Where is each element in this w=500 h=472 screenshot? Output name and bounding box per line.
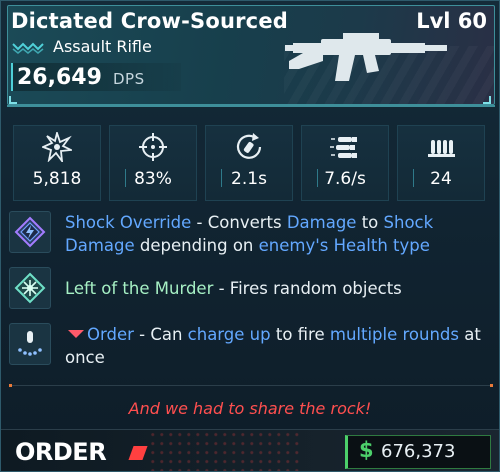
perk-icon-frame: [9, 211, 51, 253]
dps-label: DPS: [113, 70, 145, 88]
perk-text: - Can: [133, 325, 188, 344]
reload-icon: [236, 133, 262, 159]
weapon-type: Assault Rifle: [53, 37, 152, 56]
perk-icon-frame: [9, 267, 51, 309]
dps-value: 26,649: [17, 65, 102, 90]
perk-text: to fire: [270, 325, 330, 344]
fire-rate-bullets-icon: [330, 137, 357, 158]
accuracy-crosshair-icon: [139, 133, 167, 161]
rarity-chevrons-icon: [12, 42, 44, 54]
item-card: Dictated Crow-Sourced Lvl 60 Assault Rif…: [0, 0, 500, 472]
perk-keyword: enemy's Health type: [258, 236, 430, 255]
divider: [9, 385, 493, 386]
stats-row: 5,818 83% 2.1s 7.6/s 24: [13, 125, 489, 205]
perk-text: - Converts: [191, 213, 287, 232]
stat-divider: [317, 169, 318, 187]
manufacturer-logo: ORDER: [15, 438, 107, 466]
footer-pattern: [151, 431, 301, 471]
perk-description: Shock Override - Converts Damage to Shoc…: [65, 211, 493, 257]
assault-rifle-icon: [285, 33, 447, 81]
perk-description: Order - Can charge up to fire multiple r…: [65, 323, 493, 369]
stat-fire-rate: 7.6/s: [301, 125, 389, 201]
perk-order[interactable]: Order - Can charge up to fire multiple r…: [9, 323, 493, 373]
weapon-name: Dictated Crow-Sourced: [11, 9, 289, 33]
stat-reload: 2.1s: [205, 125, 293, 201]
stat-value: 83%: [134, 169, 172, 189]
stat-value: 24: [430, 169, 452, 189]
perk-keyword: Damage: [286, 213, 357, 232]
flavor-text: And we had to share the rock!: [128, 399, 372, 418]
stat-damage: 5,818: [13, 125, 101, 201]
perk-keyword: charge up: [187, 325, 271, 344]
divider-end-mark: [9, 384, 12, 387]
damage-burst-icon: [42, 132, 72, 162]
stat-magazine: 24: [397, 125, 485, 201]
stat-accuracy: 83%: [109, 125, 197, 201]
perk-text: - Fires random objects: [213, 279, 402, 298]
order-charge-icon: [18, 331, 42, 356]
left-of-murder-icon: [14, 272, 46, 304]
perk-text: to: [356, 213, 384, 232]
perk-description: Left of the Murder - Fires random object…: [65, 277, 493, 300]
currency-symbol: $: [359, 438, 374, 462]
magazine-icon: [428, 140, 455, 157]
shock-override-icon: [14, 216, 46, 248]
perk-text: depending on: [134, 236, 259, 255]
stat-value: 5,818: [32, 169, 82, 189]
price-value: 676,373: [381, 441, 456, 462]
perk-keyword: multiple rounds: [329, 325, 459, 344]
perk-name: Order: [87, 325, 134, 344]
stat-value: 7.6/s: [324, 169, 366, 189]
stat-divider: [413, 169, 414, 187]
perk-shock-override[interactable]: Shock Override - Converts Damage to Shoc…: [9, 211, 493, 261]
stat-value: 2.1s: [231, 169, 267, 189]
perk-left-of-the-murder[interactable]: Left of the Murder - Fires random object…: [9, 267, 493, 317]
divider-end-mark: [490, 384, 493, 387]
perk-name: Left of the Murder: [65, 279, 214, 298]
header-divider: [7, 105, 495, 107]
perk-icon-frame: [9, 323, 51, 365]
stat-divider: [125, 169, 126, 187]
corner-bracket: [9, 96, 17, 104]
corner-bracket: [483, 96, 491, 104]
stat-divider: [221, 169, 222, 187]
perk-name: Shock Override: [65, 213, 192, 232]
